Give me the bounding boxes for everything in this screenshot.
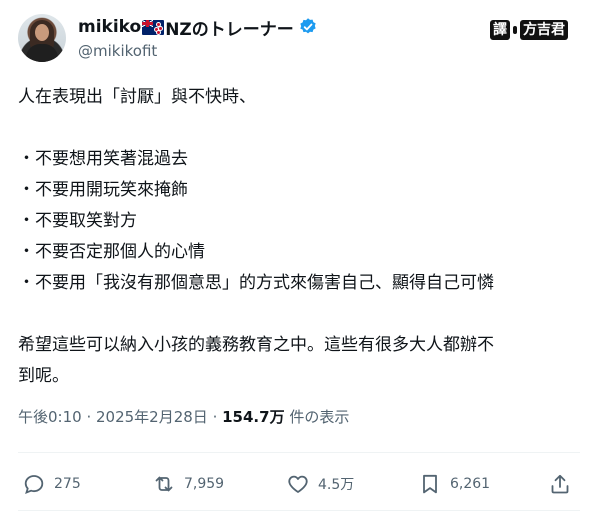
view-count-label: 件の表示: [284, 408, 350, 426]
bookmark-button[interactable]: 6,261: [418, 468, 490, 500]
avatar-body: [26, 44, 58, 62]
bookmark-count: 6,261: [450, 476, 491, 492]
display-name-suffix: NZのトレーナー: [165, 19, 294, 40]
meta-separator: ·: [207, 408, 223, 426]
verified-badge-icon: [298, 17, 318, 37]
tweet-date[interactable]: 2025年2月28日: [96, 408, 208, 426]
display-name-prefix: mikiko: [78, 17, 142, 37]
share-button[interactable]: [548, 468, 572, 500]
tweet-text: 人在表現出「討厭」與不快時、 ・不要想用笑著混過去 ・不要用開玩笑來掩飾 ・不要…: [18, 82, 582, 392]
display-name[interactable]: mikiko NZのトレーナー: [78, 16, 318, 40]
tweet-line: ・不要否定那個人的心情: [18, 242, 205, 262]
tweet-line: 希望這些可以納入小孩的義務教育之中。這些有很多大人都辦不: [18, 335, 494, 355]
author-handle[interactable]: @mikikofit: [78, 42, 318, 60]
like-button[interactable]: 4.5万: [286, 468, 354, 500]
meta-separator: ·: [81, 408, 96, 426]
repost-button[interactable]: 7,959: [152, 468, 224, 500]
divider: [18, 510, 580, 511]
tweet-line: [18, 299, 582, 330]
share-icon: [551, 474, 569, 494]
new-zealand-flag-icon: [142, 19, 165, 35]
tweet-line: ・不要取笑對方: [18, 211, 137, 231]
divider: [18, 452, 580, 453]
tweet-line: ・不要想用笑著混過去: [18, 149, 188, 169]
tweet-line: 到呢。: [18, 366, 69, 386]
tweet-line: ・不要用「我沒有那個意思」的方式來傷害自己、顯得自己可憐: [18, 273, 494, 293]
tweet-line: 人在表現出「討厭」與不快時、: [18, 87, 256, 107]
avatar-face: [35, 24, 49, 41]
repost-count: 7,959: [184, 476, 225, 492]
brand-part2: 方吉君: [520, 20, 568, 40]
view-count: 154.7万: [222, 408, 285, 426]
tweet-line: [18, 113, 582, 144]
repost-icon: [155, 476, 173, 492]
brand-dot: [513, 26, 517, 34]
brand-watermark: 譯 方吉君: [490, 20, 568, 40]
heart-icon: [288, 475, 308, 493]
reply-count: 275: [54, 476, 81, 492]
tweet-time[interactable]: 午後0:10: [18, 408, 82, 426]
brand-part1: 譯: [490, 20, 510, 40]
author-names: mikiko NZのトレーナー @mikikofit: [78, 16, 318, 60]
reply-icon: [24, 475, 44, 495]
tweet-header: mikiko NZのトレーナー @mikikofit 譯 方吉君: [18, 14, 580, 64]
avatar[interactable]: [18, 14, 66, 62]
reply-button[interactable]: 275: [22, 468, 81, 500]
like-count: 4.5万: [318, 477, 355, 493]
tweet-line: ・不要用開玩笑來掩飾: [18, 180, 188, 200]
action-bar: 275 7,959 4.5万 6,261: [18, 468, 580, 500]
bookmark-icon: [423, 474, 437, 494]
tweet-meta: 午後0:10 · 2025年2月28日 · 154.7万 件の表示: [18, 406, 349, 427]
